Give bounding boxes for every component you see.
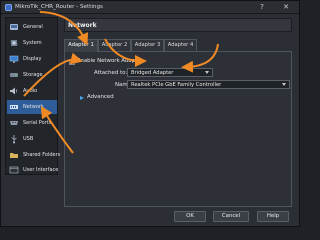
tab-adapter-2[interactable]: Adapter 2 — [98, 39, 131, 51]
settings-sidebar: General System Display Storage Audio Net… — [5, 17, 61, 177]
sidebar-item-general[interactable]: General — [7, 20, 57, 34]
settings-window: MikroTik_CHR_Router - Settings ? ✕ Gener… — [0, 0, 300, 227]
help-window-button[interactable]: ? — [254, 2, 270, 13]
ok-button[interactable]: OK — [174, 211, 206, 222]
page-header: Network — [64, 18, 292, 32]
advanced-toggle[interactable]: Advanced — [87, 94, 114, 100]
title-bar: MikroTik_CHR_Router - Settings ? ✕ — [1, 1, 299, 14]
close-window-button[interactable]: ✕ — [275, 2, 297, 13]
display-icon — [9, 54, 19, 64]
attached-to-select[interactable]: Bridged Adapter — [127, 68, 213, 77]
storage-icon — [9, 70, 19, 80]
audio-icon — [9, 86, 19, 96]
system-icon — [9, 38, 19, 48]
adapter-name-value: Realtek PCIe GbE Family Controller — [131, 82, 222, 88]
sidebar-item-label: Audio — [23, 88, 38, 94]
tab-adapter-4[interactable]: Adapter 4 — [164, 39, 197, 51]
sidebar-item-label: General — [23, 24, 43, 30]
tab-adapter-1[interactable]: Adapter 1 — [64, 39, 98, 52]
sidebar-item-user-interface[interactable]: User Interface — [7, 163, 59, 177]
chevron-down-icon — [205, 71, 209, 74]
attached-to-label: Attached to: — [94, 70, 128, 76]
shared-folders-icon — [9, 150, 19, 160]
sidebar-item-label: User Interface — [23, 167, 59, 173]
usb-icon — [9, 134, 19, 144]
enable-adapter-label: Enable Network Adapter — [77, 58, 143, 64]
sidebar-item-network[interactable]: Network — [7, 100, 57, 114]
network-icon — [9, 102, 19, 112]
sidebar-item-label: Serial Ports — [23, 120, 52, 126]
sidebar-item-label: Storage — [23, 72, 43, 78]
page-title: Network — [68, 22, 97, 29]
sidebar-item-system[interactable]: System — [7, 36, 57, 50]
sidebar-item-label: Display — [23, 56, 42, 62]
sidebar-item-label: USB — [23, 136, 34, 142]
sidebar-item-label: Shared Folders — [23, 152, 61, 158]
attached-to-value: Bridged Adapter — [131, 70, 174, 76]
help-button[interactable]: Help — [257, 211, 289, 222]
tab-adapter-3[interactable]: Adapter 3 — [131, 39, 164, 51]
user-interface-icon — [9, 165, 19, 175]
enable-adapter-checkbox[interactable] — [69, 57, 75, 65]
sidebar-item-usb[interactable]: USB — [7, 132, 57, 146]
sidebar-item-label: System — [23, 40, 42, 46]
virtualbox-app-icon — [5, 4, 12, 11]
serial-ports-icon — [9, 118, 19, 128]
general-icon — [9, 22, 19, 32]
chevron-down-icon — [282, 83, 286, 86]
window-title: MikroTik_CHR_Router - Settings — [15, 4, 103, 10]
cancel-button[interactable]: Cancel — [213, 211, 249, 222]
sidebar-item-audio[interactable]: Audio — [7, 84, 57, 98]
sidebar-item-label: Network — [23, 104, 44, 110]
sidebar-item-serial-ports[interactable]: Serial Ports — [7, 116, 57, 130]
expand-triangle-icon[interactable] — [80, 96, 84, 100]
adapter-name-select[interactable]: Realtek PCIe GbE Family Controller — [127, 80, 290, 89]
sidebar-item-shared-folders[interactable]: Shared Folders — [7, 148, 61, 162]
sidebar-item-display[interactable]: Display — [7, 52, 57, 66]
sidebar-item-storage[interactable]: Storage — [7, 68, 57, 82]
